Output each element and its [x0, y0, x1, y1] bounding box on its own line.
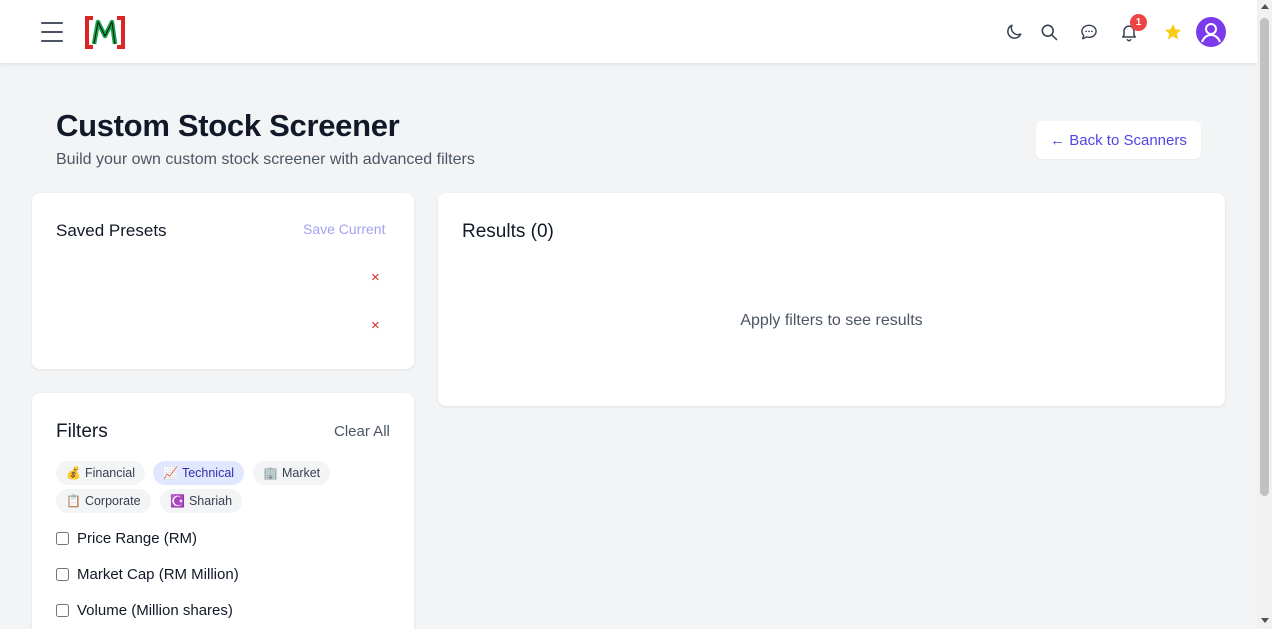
filter-tab-financial[interactable]: 💰 Financial [56, 461, 145, 485]
filter-option-market-cap[interactable]: Market Cap (RM Million) [56, 566, 239, 583]
back-to-scanners-button[interactable]: ← Back to Scanners [1036, 121, 1201, 159]
chat-icon[interactable] [1075, 18, 1103, 46]
filter-tab-label: Technical [181, 466, 235, 480]
filter-tab-label: Market [281, 466, 321, 480]
scroll-up-arrow-icon[interactable] [1261, 4, 1269, 9]
crescent-icon: ☪️ [170, 494, 185, 508]
delete-preset-button[interactable]: × [371, 317, 380, 334]
filters-title: Filters [56, 421, 108, 442]
scroll-down-arrow-icon[interactable] [1261, 618, 1269, 623]
filter-option-label: Volume (Million shares) [77, 602, 233, 619]
page-title: Custom Stock Screener [56, 108, 400, 143]
scrollbar-thumb[interactable] [1260, 18, 1269, 496]
search-icon[interactable] [1035, 18, 1063, 46]
volume-checkbox[interactable] [56, 604, 69, 617]
filter-tab-label: Shariah [188, 494, 233, 508]
menu-icon[interactable] [41, 22, 63, 42]
avatar[interactable] [1196, 17, 1226, 47]
star-icon[interactable] [1159, 18, 1187, 46]
moon-icon[interactable] [1000, 18, 1028, 46]
page-scrollbar[interactable] [1257, 0, 1272, 629]
building-icon: 🏢 [263, 466, 278, 480]
clipboard-icon: 📋 [66, 494, 81, 508]
market-cap-checkbox[interactable] [56, 568, 69, 581]
chart-up-icon: 📈 [163, 466, 178, 480]
filter-tab-corporate[interactable]: 📋 Corporate [56, 489, 151, 513]
money-bag-icon: 💰 [66, 466, 81, 480]
notification-badge: 1 [1130, 14, 1147, 31]
top-navbar: 1 [0, 0, 1257, 64]
filter-option-price-range[interactable]: Price Range (RM) [56, 530, 197, 547]
price-range-checkbox[interactable] [56, 532, 69, 545]
delete-preset-button[interactable]: × [371, 269, 380, 286]
page-subtitle: Build your own custom stock screener wit… [56, 151, 475, 168]
results-empty-message: Apply filters to see results [740, 312, 923, 329]
clear-all-button[interactable]: Clear All [334, 423, 390, 440]
saved-presets-card: Saved Presets Save Current × × [32, 193, 414, 369]
filter-tab-market[interactable]: 🏢 Market [253, 461, 331, 485]
app-logo[interactable] [85, 16, 125, 49]
filter-tab-label: Corporate [84, 494, 141, 508]
results-card: Results (0) Apply filters to see results [438, 193, 1225, 406]
filters-card: Filters Clear All 💰 Financial 📈 Technica… [32, 393, 414, 629]
save-current-button[interactable]: Save Current [303, 221, 385, 237]
filter-option-volume[interactable]: Volume (Million shares) [56, 602, 233, 619]
filter-tab-technical[interactable]: 📈 Technical [153, 461, 245, 485]
filter-tab-shariah[interactable]: ☪️ Shariah [160, 489, 243, 513]
filter-option-label: Market Cap (RM Million) [77, 566, 239, 583]
saved-presets-title: Saved Presets [56, 221, 167, 240]
results-title: Results (0) [462, 221, 554, 242]
filter-option-label: Price Range (RM) [77, 530, 198, 547]
filter-tab-label: Financial [84, 466, 135, 480]
